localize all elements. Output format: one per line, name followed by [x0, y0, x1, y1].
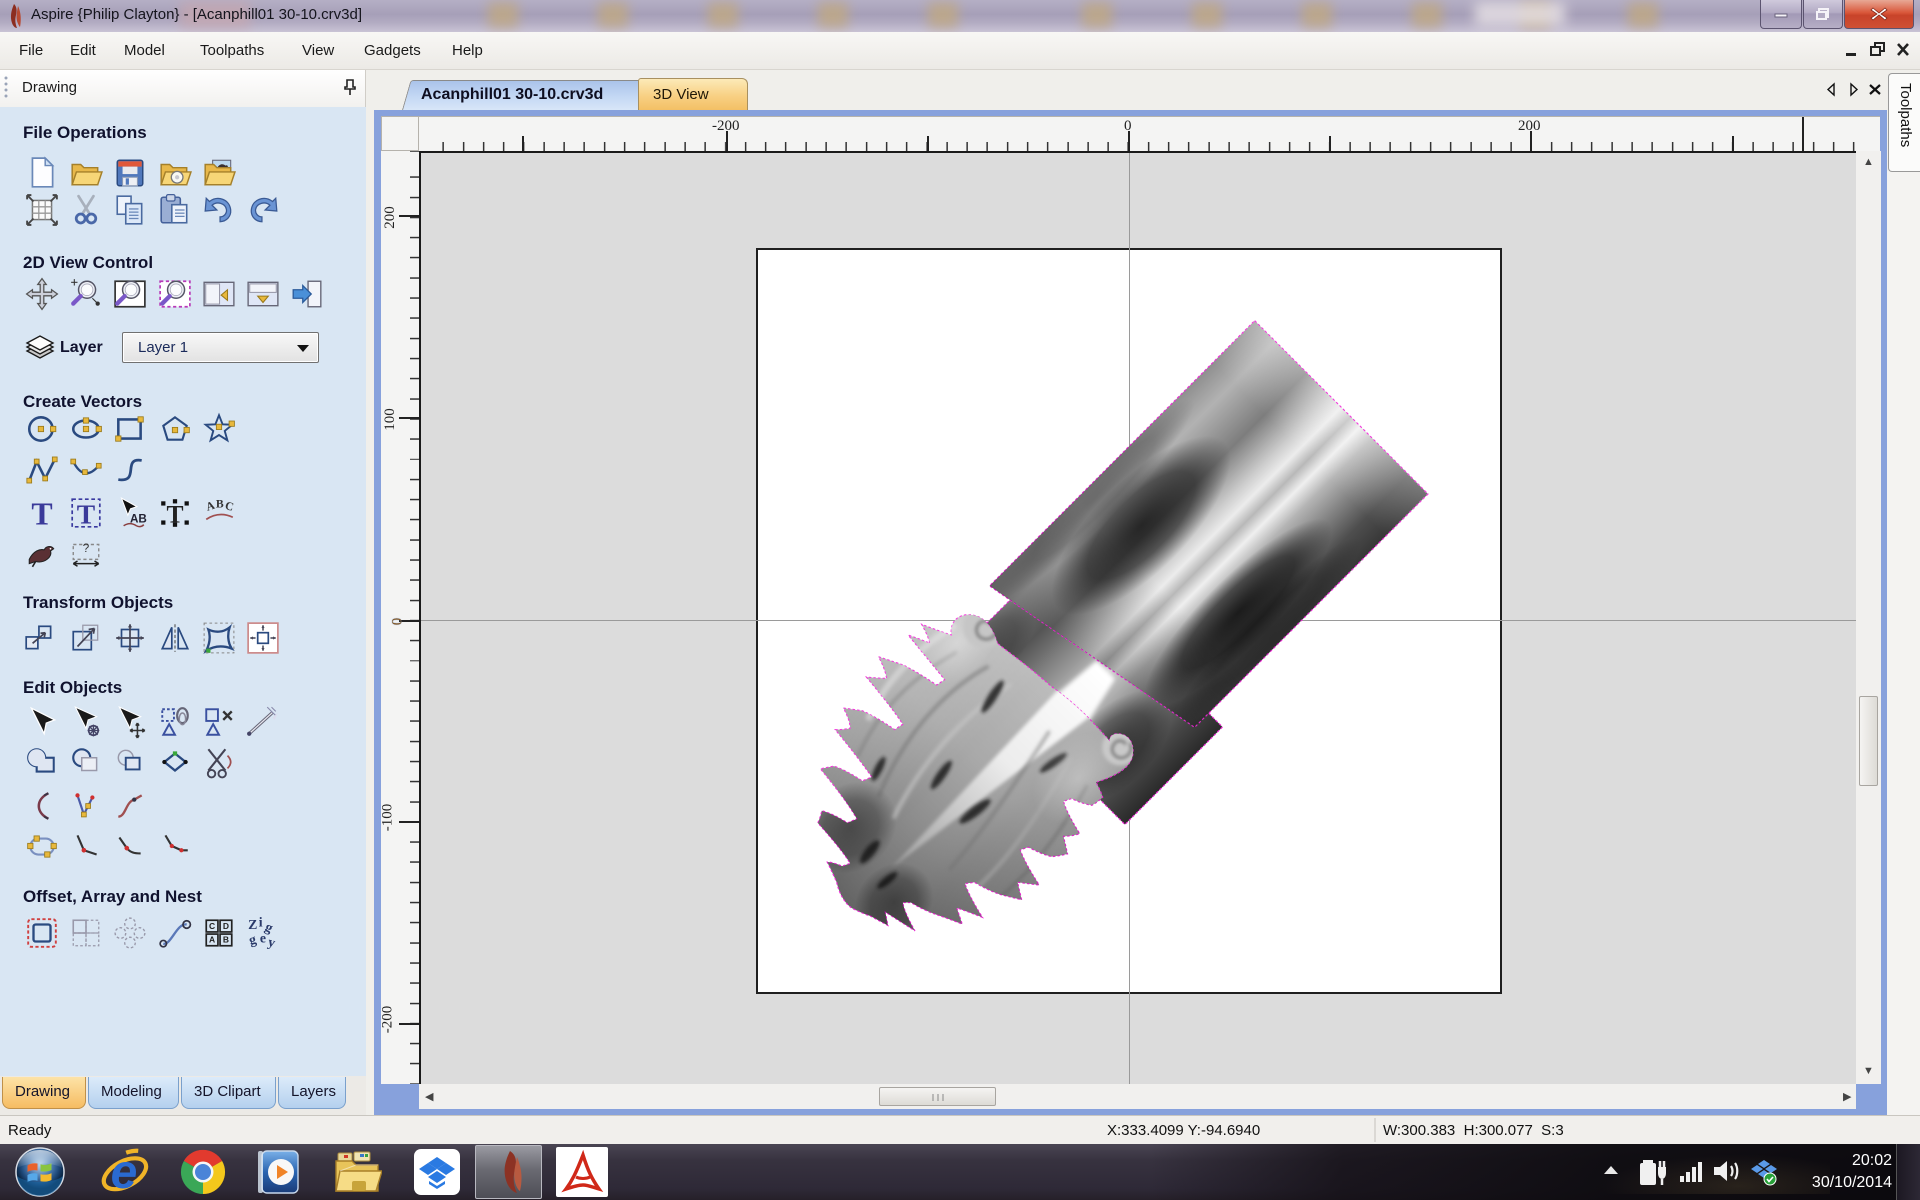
svg-text:Z: Z	[248, 917, 257, 932]
svg-text:C: C	[209, 921, 215, 931]
svg-text:C: C	[224, 499, 236, 514]
svg-text:i: i	[259, 916, 263, 930]
svg-text:?: ?	[83, 542, 90, 555]
svg-text:g: g	[247, 931, 258, 947]
svg-text:A: A	[209, 935, 215, 945]
svg-text:D: D	[223, 921, 229, 931]
svg-text:e: e	[260, 931, 266, 946]
svg-text:e: e	[111, 1147, 138, 1197]
svg-text:T: T	[77, 499, 95, 530]
svg-text:y: y	[267, 934, 277, 950]
svg-text:B: B	[223, 935, 229, 945]
svg-text:B: B	[216, 498, 224, 511]
svg-text:T: T	[31, 497, 52, 530]
